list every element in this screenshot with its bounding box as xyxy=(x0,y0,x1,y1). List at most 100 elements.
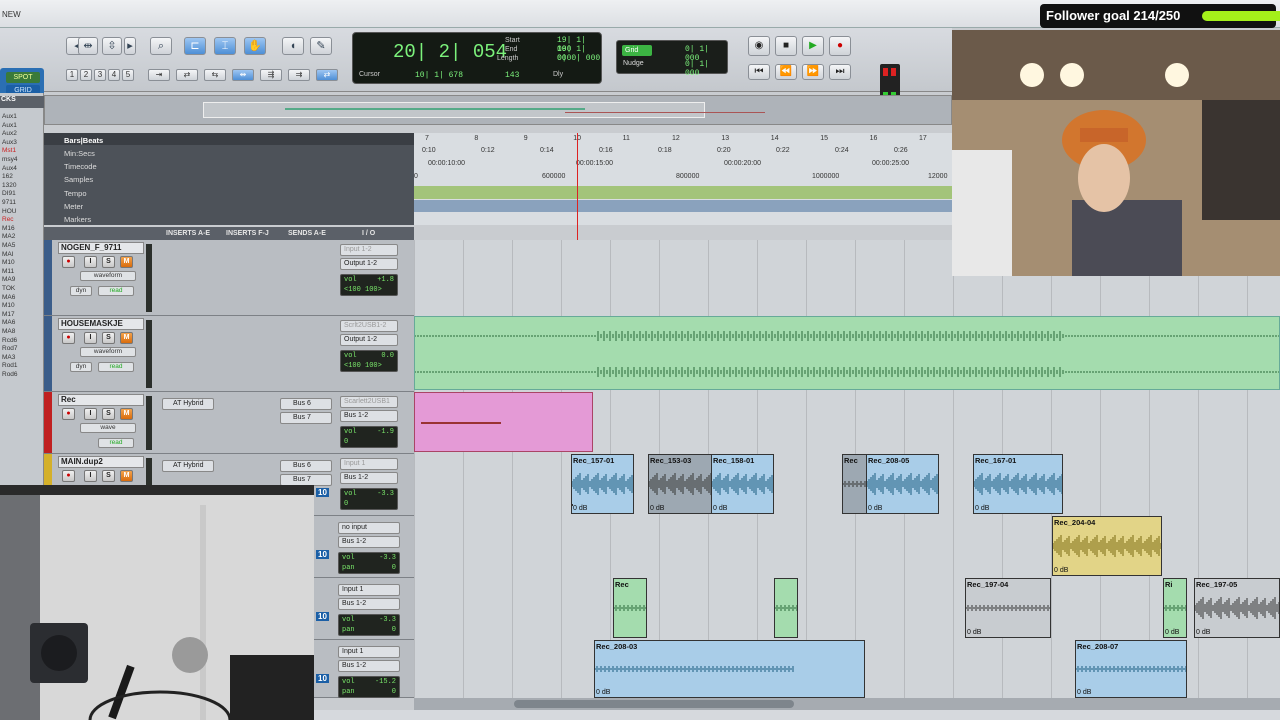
send-slot[interactable]: Bus 6 xyxy=(280,398,332,410)
tracklist-item[interactable]: 9711 xyxy=(2,199,16,207)
zoomer-tool-icon[interactable]: ⌕ xyxy=(150,37,172,55)
tracklist-item[interactable]: M16 xyxy=(2,225,15,233)
solo-button[interactable]: S xyxy=(102,332,115,344)
ruler-row-label[interactable]: Meter xyxy=(64,202,83,211)
track-name[interactable]: HOUSEMASKJE xyxy=(58,318,144,330)
tracklist-item[interactable]: Aux3 xyxy=(2,139,17,147)
track-name[interactable]: MAIN.dup2 xyxy=(58,456,144,468)
go-to-end-icon[interactable]: ⏭ xyxy=(829,64,851,80)
tracklist-item[interactable]: Mst1 xyxy=(2,147,16,155)
zoom-preset-3[interactable]: 3 xyxy=(94,69,106,81)
audio-clip[interactable]: Rec_158-01 0 dB xyxy=(711,454,774,514)
tracklist-item[interactable]: Rcd6 xyxy=(2,337,17,345)
fast-forward-icon[interactable]: ⏩ xyxy=(802,64,824,80)
play-button-icon[interactable]: ▶ xyxy=(802,36,824,56)
input-selector[interactable]: Input 1 xyxy=(338,584,400,596)
output-selector[interactable]: Bus 1-2 xyxy=(340,410,398,422)
tracklist-item[interactable]: Rod6 xyxy=(2,371,18,379)
audio-clip[interactable]: Rec xyxy=(842,454,868,514)
markers-ruler[interactable] xyxy=(414,213,952,225)
input-selector[interactable]: no input xyxy=(338,522,400,534)
horizontal-scrollbar[interactable] xyxy=(414,698,1280,710)
tracklist-item[interactable]: M17 xyxy=(2,311,15,319)
tracklist-item[interactable]: MA6 xyxy=(2,319,15,327)
track-name[interactable]: NOGEN_F_9711 xyxy=(58,242,144,254)
input-selector[interactable]: Scrlt2USB1-2 xyxy=(340,320,398,332)
automation-mode-selector[interactable]: read xyxy=(98,286,134,296)
spot-mode-button[interactable]: SPOT xyxy=(6,72,40,83)
mirror-midi-icon[interactable]: ⇄ xyxy=(176,69,198,81)
tracklist-item[interactable]: DI91 xyxy=(2,190,16,198)
tracklist-item[interactable]: TOK xyxy=(2,285,15,293)
length-value[interactable]: 0| 0| 000 xyxy=(557,54,600,63)
tracklist-item[interactable]: M11 xyxy=(2,268,14,276)
link-track-icon[interactable]: ⇆ xyxy=(204,69,226,81)
track-header[interactable]: Rec ● I S Mwave read AT Hybrid Bus 6 Bus 7 Scarle… xyxy=(44,392,414,454)
overview-window[interactable] xyxy=(203,102,705,118)
ruler-row-label[interactable]: Samples xyxy=(64,175,93,184)
audio-clip[interactable]: Rec_157-01 0 dB xyxy=(571,454,634,514)
input-monitor-button[interactable]: I xyxy=(84,256,97,268)
zoom-vertical-icon[interactable]: ⇳ xyxy=(102,37,122,55)
record-enable-button[interactable]: ● xyxy=(62,256,75,268)
ruler-row-label[interactable]: Tempo xyxy=(64,189,87,198)
input-monitor-button[interactable]: I xyxy=(84,332,97,344)
tracklist-item[interactable]: HOU xyxy=(2,208,16,216)
ruler-row-label[interactable]: Bars|Beats xyxy=(64,136,103,145)
nudge-value[interactable]: 0| 1| 000 xyxy=(685,60,727,78)
elastic-audio-selector[interactable]: dyn xyxy=(70,286,92,296)
zoom-preset-2[interactable]: 2 xyxy=(80,69,92,81)
volume-pan-display[interactable]: vol -3.3 pan 0 xyxy=(338,552,400,574)
zoom-horizontal-icon[interactable]: ⇹ xyxy=(78,37,98,55)
mute-button[interactable]: M xyxy=(120,408,133,420)
record-enable-button[interactable]: ● xyxy=(62,408,75,420)
send-slot[interactable]: Bus 7 xyxy=(280,412,332,424)
pencil-tool-icon[interactable]: ✎ xyxy=(310,37,332,55)
output-selector[interactable]: Bus 1-2 xyxy=(340,472,398,484)
insertion-follows-icon[interactable]: ⇶ xyxy=(260,69,282,81)
tracklist-item[interactable]: Aux1 xyxy=(2,113,17,121)
input-selector[interactable]: Input 1-2 xyxy=(340,244,398,256)
online-button-icon[interactable]: ◉ xyxy=(748,36,770,56)
track-view-selector[interactable]: waveform xyxy=(80,347,136,357)
automation-mode-selector[interactable]: read xyxy=(98,362,134,372)
zoom-preset-4[interactable]: 4 xyxy=(108,69,120,81)
zoom-preset-1[interactable]: 1 xyxy=(66,69,78,81)
audio-clip[interactable] xyxy=(571,504,573,506)
tracklist-item[interactable]: MA5 xyxy=(2,242,15,250)
link-timeline-icon[interactable]: ⇹ xyxy=(232,69,254,81)
audio-clip[interactable]: Rec_153-03 0 dB xyxy=(648,454,712,514)
mute-button[interactable]: M xyxy=(120,332,133,344)
audio-clip[interactable] xyxy=(774,578,798,638)
trim-tool-icon[interactable]: ⊏ xyxy=(184,37,206,55)
tracklist-item[interactable]: Aux4 xyxy=(2,165,17,173)
tracklist-item[interactable]: MA8 xyxy=(2,328,15,336)
record-enable-button[interactable]: ● xyxy=(62,470,75,482)
input-selector[interactable]: Scarlett2USB1 xyxy=(340,396,398,408)
track-header[interactable]: Input 1 Bus 1-2 vol -3.3 pan 0 xyxy=(314,578,414,640)
edit-window-tracks[interactable]: Rec_157-01 0 dB Rec_153-03 0 dB Rec_158-01 0 … xyxy=(414,240,1280,698)
ruler-row-label[interactable]: Min:Secs xyxy=(64,149,95,158)
tempo-ruler[interactable] xyxy=(414,186,952,199)
input-selector[interactable]: Input 1 xyxy=(340,458,398,470)
track-header[interactable]: no input Bus 1-2 vol -3.3 pan 0 xyxy=(314,516,414,578)
tracklist-item[interactable]: 162 xyxy=(2,173,13,181)
insert-slot[interactable]: AT Hybrid xyxy=(162,460,214,472)
mute-button[interactable]: M xyxy=(120,256,133,268)
automation-follows-icon[interactable]: ⇉ xyxy=(288,69,310,81)
elastic-audio-selector[interactable]: dyn xyxy=(70,362,92,372)
tracklist-item[interactable]: MA3 xyxy=(2,354,15,362)
grid-toggle[interactable]: Grid xyxy=(622,45,652,56)
volume-pan-display[interactable]: vol -3.3 0 xyxy=(340,488,398,510)
volume-pan-display[interactable]: vol -15.2 pan 0 xyxy=(338,676,400,698)
solo-button[interactable]: S xyxy=(102,256,115,268)
audio-clip[interactable]: Rec_208-07 0 dB xyxy=(1075,640,1187,698)
input-selector[interactable]: Input 1 xyxy=(338,646,400,658)
automation-mode-selector[interactable]: read xyxy=(98,438,134,448)
scrubber-tool-icon[interactable]: ◖ xyxy=(282,37,304,55)
mute-button[interactable]: M xyxy=(120,470,133,482)
output-selector[interactable]: Bus 1-2 xyxy=(338,660,400,672)
tracklist-item[interactable]: MA6 xyxy=(2,294,15,302)
audio-clip[interactable]: Rec_204-04 0 dB xyxy=(1052,516,1162,576)
audio-clip[interactable] xyxy=(414,392,593,452)
